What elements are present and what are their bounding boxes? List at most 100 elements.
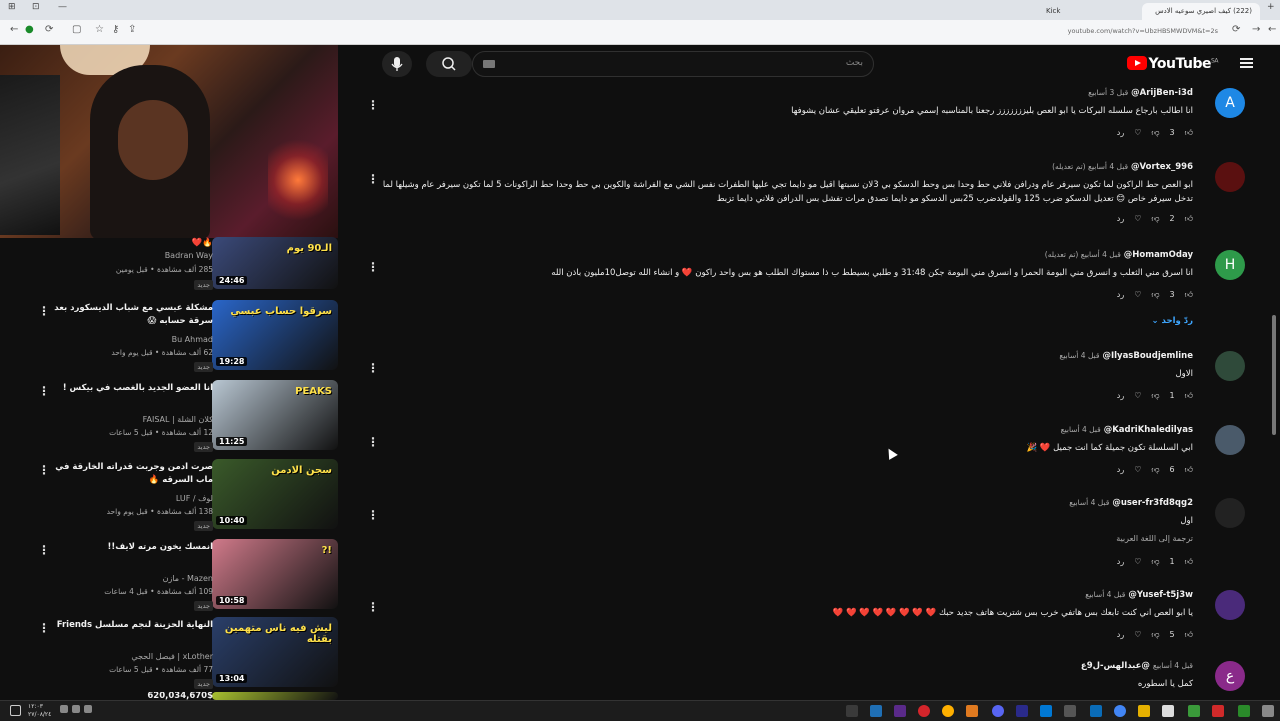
key-icon[interactable]: ⚷ — [112, 24, 119, 35]
more-options-icon[interactable]: ⋮ — [38, 463, 50, 477]
back-icon[interactable]: ← — [10, 24, 18, 35]
video-thumbnail[interactable]: ليش فيه ناس متهمين بقتله 13:04 — [212, 617, 338, 687]
heart-icon[interactable]: ♡ — [1134, 630, 1141, 639]
comment-author[interactable]: قبل 4 أسابيع @user-fr3fd8qg2 — [1069, 498, 1193, 508]
channel-name[interactable]: كلان الشلة | FAISAL — [53, 415, 213, 424]
tab-kick[interactable]: Kick — [1038, 3, 1128, 20]
channel-name[interactable]: xLother | فيصل الحجي — [53, 652, 213, 661]
video-title[interactable]: انمسك يخون مرته لايف!! — [53, 541, 213, 554]
comment-more-icon[interactable]: ⋮ — [367, 508, 379, 522]
voice-search-button[interactable] — [382, 51, 412, 77]
author-handle[interactable]: @عبدالهس-ل9ع — [1081, 661, 1150, 671]
comment-more-icon[interactable]: ⋮ — [367, 98, 379, 112]
channel-name[interactable]: Badran Way — [53, 251, 213, 260]
author-handle[interactable]: @user-fr3fd8qg2 — [1112, 498, 1193, 508]
taskbar-app-icon[interactable] — [918, 705, 930, 717]
page-scrollbar[interactable] — [1272, 315, 1276, 435]
taskbar-app-icon[interactable] — [894, 705, 906, 717]
taskbar-app-icon[interactable] — [1064, 705, 1076, 717]
reply-button[interactable]: رد — [1117, 128, 1124, 137]
video-thumbnail[interactable]: سجن الادمن 10:40 — [212, 459, 338, 529]
reply-button[interactable]: رد — [1117, 391, 1124, 400]
video-title[interactable]: مشكلة عبسي مع شباب الديسكورد بعد سرقة حس… — [53, 302, 213, 328]
author-handle[interactable]: @KadriKhaledilyas — [1104, 425, 1193, 435]
comment-author[interactable]: قبل 4 أسابيع (تم تعديله) @Vortex_996 — [1052, 162, 1193, 172]
reply-button[interactable]: رد — [1117, 557, 1124, 566]
tray-icon[interactable] — [60, 705, 68, 713]
like-icon[interactable]: 👍︎ — [1185, 391, 1193, 401]
video-title[interactable]: 620,034,670$ — [53, 692, 213, 700]
outlook-icon[interactable] — [1040, 705, 1052, 717]
video-item[interactable]: 620,034,670$ — [0, 692, 345, 700]
search-input[interactable]: بحث — [472, 51, 874, 77]
dislike-icon[interactable]: 👎︎ — [1151, 290, 1159, 300]
channel-name[interactable]: Mazen - مازن — [53, 574, 213, 583]
author-handle[interactable]: @Yusef-t5j3w — [1128, 590, 1193, 600]
video-title[interactable]: انا العضو الجديد بالغصب في بيكس ! — [53, 382, 213, 395]
like-icon[interactable]: 👍︎ — [1185, 465, 1193, 475]
video-thumbnail[interactable]: !? 10:58 — [212, 539, 338, 609]
avatar[interactable] — [1215, 590, 1245, 620]
comment-more-icon[interactable]: ⋮ — [367, 260, 379, 274]
share-icon[interactable]: ⇪ — [128, 24, 136, 35]
tab-actions-icon[interactable]: ⊡ — [32, 2, 40, 12]
search-button[interactable] — [426, 51, 472, 77]
translate-link[interactable]: ترجمة إلى اللغة العربية — [1116, 534, 1193, 543]
author-handle[interactable]: @ArijBen-i3d — [1131, 88, 1193, 98]
video-item[interactable]: سجن الادمن 10:40 صرت ادمن وجربت قدراته الخ… — [0, 459, 345, 531]
taskbar-app-icon[interactable] — [1090, 705, 1102, 717]
taskbar-app-icon[interactable] — [1238, 705, 1250, 717]
like-icon[interactable]: 👍︎ — [1185, 290, 1193, 300]
avatar[interactable]: H — [1215, 250, 1245, 280]
show-desktop-icon[interactable] — [10, 705, 21, 716]
avatar[interactable] — [1215, 162, 1245, 192]
heart-icon[interactable]: ♡ — [1134, 391, 1141, 400]
tray-icon[interactable] — [72, 705, 80, 713]
heart-icon[interactable]: ♡ — [1134, 557, 1141, 566]
video-thumbnail[interactable]: PEAKS 11:25 — [212, 380, 338, 450]
comment-author[interactable]: قبل 4 أسابيع @KadriKhaledilyas — [1061, 425, 1193, 435]
like-icon[interactable]: 👍︎ — [1185, 557, 1193, 567]
video-thumbnail[interactable]: سرقوا حساب عبسي 19:28 — [212, 300, 338, 370]
hamburger-menu-icon[interactable] — [1240, 58, 1253, 68]
tray-icon[interactable] — [84, 705, 92, 713]
video-thumbnail[interactable]: الـ90 يوم 24:46 — [212, 237, 338, 289]
taskbar-app-icon[interactable] — [966, 705, 978, 717]
heart-icon[interactable]: ♡ — [1134, 290, 1141, 299]
chrome-icon[interactable] — [942, 705, 954, 717]
comment-more-icon[interactable]: ⋮ — [367, 435, 379, 449]
channel-name[interactable]: Bu Ahmad — [53, 335, 213, 344]
taskbar-app-icon[interactable] — [846, 705, 858, 717]
heart-icon[interactable]: ♡ — [1134, 214, 1141, 223]
more-options-icon[interactable]: ⋮ — [38, 543, 50, 557]
discord-icon[interactable] — [992, 705, 1004, 717]
author-handle[interactable]: @IlyasBoudjemline — [1102, 351, 1193, 361]
shield-icon[interactable]: ● — [25, 24, 34, 35]
reply-button[interactable]: رد — [1117, 290, 1124, 299]
video-title[interactable]: صرت ادمن وجربت قدراته الخارقة في ماب الس… — [53, 461, 213, 487]
dislike-icon[interactable]: 👎︎ — [1151, 630, 1159, 640]
tab-youtube[interactable]: (222) كيف اصيري سوعيه الادس — [1142, 3, 1260, 20]
browser-icon[interactable] — [1114, 705, 1126, 717]
reply-button[interactable]: رد — [1117, 630, 1124, 639]
tab-overview-icon[interactable]: — — [58, 2, 67, 12]
reload-icon[interactable]: ⟳ — [45, 24, 53, 35]
bookmark-icon[interactable]: ☆ — [95, 24, 104, 35]
video-item[interactable]: !? 10:58 انمسك يخون مرته لايف!! Mazen - ماز… — [0, 539, 345, 611]
video-thumbnail[interactable] — [212, 692, 338, 700]
more-options-icon[interactable]: ⋮ — [38, 384, 50, 398]
dislike-icon[interactable]: 👎︎ — [1151, 465, 1159, 475]
author-handle[interactable]: @Vortex_996 — [1131, 162, 1193, 172]
taskbar-app-icon[interactable] — [1188, 705, 1200, 717]
avatar[interactable] — [1215, 351, 1245, 381]
premiere-icon[interactable] — [1016, 705, 1028, 717]
app-menu-icon[interactable]: ⊞ — [8, 2, 16, 12]
reply-button[interactable]: رد — [1117, 214, 1124, 223]
video-item[interactable]: PEAKS 11:25 انا العضو الجديد بالغصب في بيك… — [0, 380, 345, 452]
comment-author[interactable]: قبل 4 أسابيع @عبدالهس-ل9ع — [1081, 661, 1193, 671]
dislike-icon[interactable]: 👎︎ — [1151, 128, 1159, 138]
comment-author[interactable]: قبل 3 أسابيع @ArijBen-i3d — [1088, 88, 1193, 98]
youtube-logo[interactable]: YouTubeSA — [1126, 56, 1219, 72]
view-replies-button[interactable]: ⌄ ردّ واحد — [1151, 316, 1193, 326]
video-title[interactable]: 🔥❤️ — [53, 237, 213, 250]
